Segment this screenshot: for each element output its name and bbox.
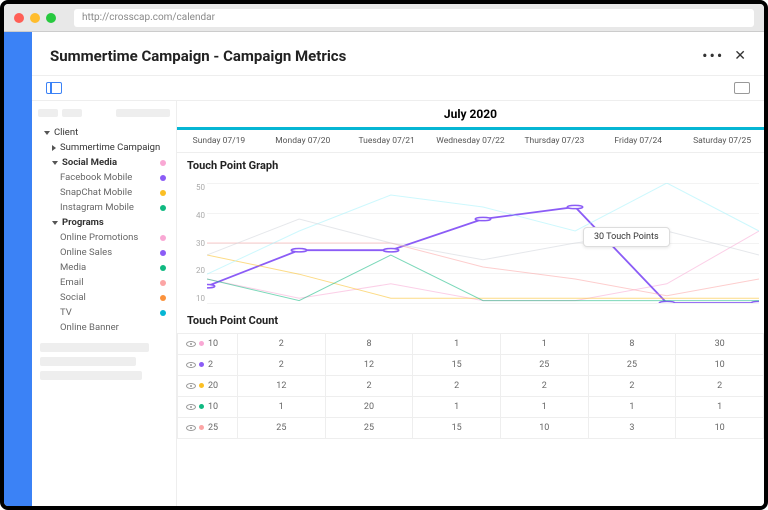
count-section-title: Touch Point Count: [177, 308, 764, 333]
sidebar-item[interactable]: Social: [38, 290, 170, 305]
layout-view-icon[interactable]: [734, 82, 750, 94]
sidebar-item[interactable]: Media: [38, 260, 170, 275]
visibility-icon[interactable]: [186, 404, 196, 410]
close-icon[interactable]: ✕: [734, 48, 746, 64]
sidebar-item[interactable]: Online Promotions: [38, 230, 170, 245]
close-dot[interactable]: [14, 13, 24, 23]
sidebar-item[interactable]: Online Sales: [38, 245, 170, 260]
touch-point-chart: 5040302010 30 Touch Points: [177, 178, 764, 308]
day-header: Tuesday 07/21: [345, 130, 429, 152]
titlebar: http://crosscap.com/calendar: [4, 4, 764, 32]
left-rail: [4, 32, 32, 506]
day-header: Thursday 07/23: [512, 130, 596, 152]
sidebar-item[interactable]: Client: [38, 125, 170, 140]
minimize-dot[interactable]: [30, 13, 40, 23]
panel-view-icon[interactable]: [46, 82, 62, 94]
visibility-icon[interactable]: [186, 383, 196, 389]
sidebar-item[interactable]: Instagram Mobile: [38, 200, 170, 215]
table-row: 101201111: [178, 397, 764, 418]
day-header: Saturday 07/25: [680, 130, 764, 152]
page-title: Summertime Campaign - Campaign Metrics: [50, 47, 346, 65]
day-header: Wednesday 07/22: [429, 130, 513, 152]
sidebar-item[interactable]: Summertime Campaign: [38, 140, 170, 155]
more-icon[interactable]: •••: [702, 46, 724, 65]
table-row: 201222222: [178, 376, 764, 397]
table-row: 221215252510: [178, 355, 764, 376]
day-header: Friday 07/24: [596, 130, 680, 152]
day-header: Monday 07/20: [261, 130, 345, 152]
day-header: Sunday 07/19: [177, 130, 261, 152]
visibility-icon[interactable]: [186, 341, 196, 347]
sidebar-item[interactable]: Social Media: [38, 155, 170, 170]
sidebar-item[interactable]: Programs: [38, 215, 170, 230]
sidebar-item[interactable]: Facebook Mobile: [38, 170, 170, 185]
sidebar-item[interactable]: TV: [38, 305, 170, 320]
graph-section-title: Touch Point Graph: [177, 153, 764, 178]
month-header: July 2020: [177, 101, 764, 130]
chart-tooltip: 30 Touch Points: [583, 227, 670, 247]
maximize-dot[interactable]: [46, 13, 56, 23]
sidebar: ClientSummertime CampaignSocial MediaFac…: [32, 101, 177, 506]
url-bar[interactable]: http://crosscap.com/calendar: [74, 9, 754, 27]
sidebar-item[interactable]: Email: [38, 275, 170, 290]
sidebar-item[interactable]: Online Banner: [38, 320, 170, 335]
table-row: 102811830: [178, 334, 764, 355]
table-row: 2525251510310: [178, 418, 764, 439]
touch-point-table: 1028118302212152525102012222221012011112…: [177, 333, 764, 439]
visibility-icon[interactable]: [186, 425, 196, 431]
day-header-row: Sunday 07/19Monday 07/20Tuesday 07/21Wed…: [177, 130, 764, 153]
visibility-icon[interactable]: [186, 362, 196, 368]
sidebar-item[interactable]: SnapChat Mobile: [38, 185, 170, 200]
